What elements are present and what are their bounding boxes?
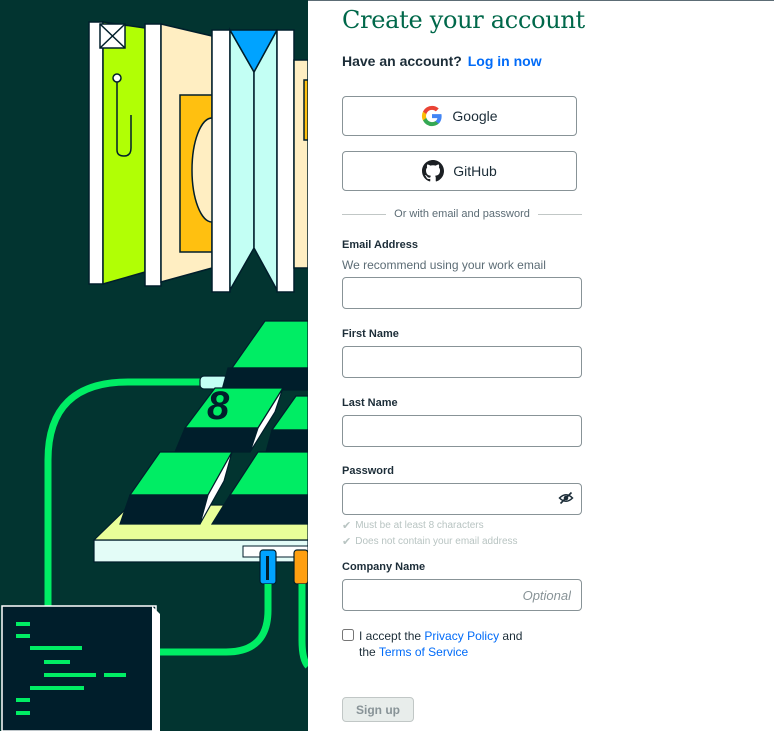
last-name-field[interactable]	[342, 415, 582, 447]
terms-checkbox[interactable]	[342, 629, 354, 641]
company-field[interactable]	[342, 579, 582, 611]
divider-text: Or with email and password	[394, 208, 530, 220]
google-signin-button[interactable]: Google	[342, 96, 577, 136]
last-name-label: Last Name	[342, 397, 398, 409]
auth-divider: Or with email and password	[342, 208, 583, 220]
terms-of-service-link[interactable]: Terms of Service	[379, 645, 468, 659]
password-field[interactable]	[342, 483, 582, 515]
password-label: Password	[342, 465, 394, 477]
google-button-label: Google	[452, 108, 498, 124]
check-icon: ✔	[342, 520, 352, 532]
divider-line-right	[537, 213, 583, 215]
github-button-label: GitHub	[453, 163, 497, 179]
illustration-panel: 8	[0, 0, 308, 731]
email-field[interactable]	[342, 277, 582, 309]
key-digit-label: 8	[207, 384, 230, 428]
have-account-text: Have an account?	[342, 53, 462, 69]
first-name-field[interactable]	[342, 346, 582, 378]
password-requirement-text: Does not contain your email address	[355, 536, 518, 547]
login-link[interactable]: Log in now	[468, 53, 542, 69]
email-hint: We recommend using your work email	[342, 258, 546, 272]
email-label: Email Address	[342, 239, 419, 251]
terms-text: I accept the Privacy Policy and the Term…	[359, 628, 539, 660]
first-name-label: First Name	[342, 328, 399, 340]
check-icon: ✔	[342, 536, 352, 548]
login-prompt: Have an account? Log in now	[342, 53, 542, 69]
github-icon	[422, 160, 445, 182]
show-password-icon[interactable]	[558, 490, 574, 506]
company-label: Company Name	[342, 561, 426, 573]
page-title: Create your account	[342, 6, 585, 34]
divider-line-left	[342, 213, 387, 215]
google-icon	[421, 105, 443, 127]
password-requirement-text: Must be at least 8 characters	[355, 520, 484, 531]
signup-button[interactable]: Sign up	[342, 697, 414, 722]
privacy-policy-link[interactable]: Privacy Policy	[424, 629, 499, 643]
github-signin-button[interactable]: GitHub	[342, 151, 577, 191]
terms-prefix: I accept the	[359, 629, 422, 643]
password-requirement: ✔ Does not contain your email address	[342, 535, 518, 548]
password-requirement: ✔ Must be at least 8 characters	[342, 519, 484, 532]
decorative-illustration	[1, 21, 308, 731]
